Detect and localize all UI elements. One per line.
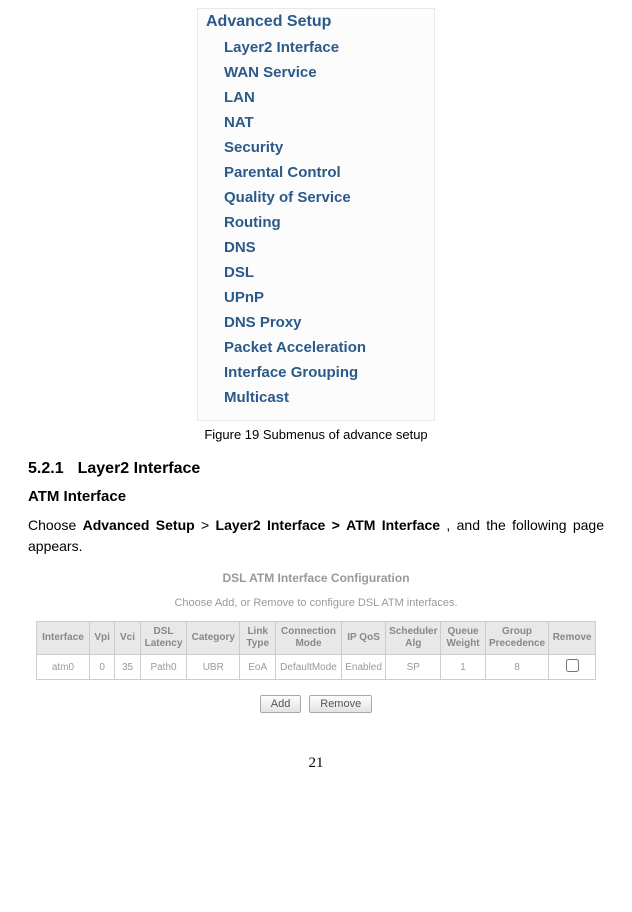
menu-item-dsl: DSL <box>224 260 428 285</box>
remove-checkbox[interactable] <box>566 659 579 672</box>
td-qweight: 1 <box>441 655 485 680</box>
th-qweight: Queue Weight <box>441 622 485 655</box>
section-heading: 5.2.1 Layer2 Interface <box>28 460 604 478</box>
td-vpi: 0 <box>89 655 114 680</box>
td-ipqos: Enabled <box>341 655 385 680</box>
menu-title: Advanced Setup <box>206 13 428 31</box>
remove-button[interactable]: Remove <box>309 695 372 713</box>
menu-item-nat: NAT <box>224 110 428 135</box>
th-interface: Interface <box>37 622 90 655</box>
para-bold-3: ATM Interface <box>346 517 440 533</box>
section-title: Layer2 Interface <box>78 460 201 478</box>
th-connmode: Connection Mode <box>276 622 342 655</box>
page-number: 21 <box>28 755 604 772</box>
th-vci: Vci <box>115 622 140 655</box>
add-button[interactable]: Add <box>260 695 302 713</box>
td-category: UBR <box>187 655 240 680</box>
menu-item-wan: WAN Service <box>224 60 428 85</box>
menu-item-layer2: Layer2 Interface <box>224 35 428 60</box>
menu-item-parental: Parental Control <box>224 160 428 185</box>
section-number: 5.2.1 <box>28 460 64 478</box>
menu-figure: Advanced Setup Layer2 Interface WAN Serv… <box>197 8 435 421</box>
td-interface: atm0 <box>37 655 90 680</box>
figure-caption: Figure 19 Submenus of advance setup <box>28 427 604 442</box>
td-latency: Path0 <box>140 655 187 680</box>
td-gprec: 8 <box>485 655 549 680</box>
sub-heading: ATM Interface <box>28 488 604 505</box>
para-text-1: Choose <box>28 517 83 533</box>
menu-item-security: Security <box>224 135 428 160</box>
button-row: Add Remove <box>36 694 596 713</box>
td-sched: SP <box>386 655 441 680</box>
menu-item-dnsproxy: DNS Proxy <box>224 310 428 335</box>
body-paragraph: Choose Advanced Setup > Layer2 Interface… <box>28 515 604 557</box>
table-row: atm0 0 35 Path0 UBR EoA DefaultMode Enab… <box>37 655 596 680</box>
th-remove: Remove <box>549 622 596 655</box>
para-text-2: > <box>195 517 216 533</box>
td-remove <box>549 655 596 680</box>
th-gprec: Group Precedence <box>485 622 549 655</box>
th-latency: DSL Latency <box>140 622 187 655</box>
th-category: Category <box>187 622 240 655</box>
config-table: Interface Vpi Vci DSL Latency Category L… <box>36 621 596 680</box>
th-sched: Scheduler Alg <box>386 622 441 655</box>
config-subtitle: Choose Add, or Remove to configure DSL A… <box>36 597 596 609</box>
para-bold-1: Advanced Setup <box>83 517 195 533</box>
menu-item-dns: DNS <box>224 235 428 260</box>
td-connmode: DefaultMode <box>276 655 342 680</box>
td-linktype: EoA <box>240 655 276 680</box>
table-header-row: Interface Vpi Vci DSL Latency Category L… <box>37 622 596 655</box>
menu-item-multicast: Multicast <box>224 385 428 410</box>
menu-item-lan: LAN <box>224 85 428 110</box>
config-figure: DSL ATM Interface Configuration Choose A… <box>36 565 596 713</box>
config-title: DSL ATM Interface Configuration <box>36 571 596 585</box>
para-bold-2: Layer2 Interface > <box>216 517 340 533</box>
td-vci: 35 <box>115 655 140 680</box>
menu-item-ifgroup: Interface Grouping <box>224 360 428 385</box>
menu-item-qos: Quality of Service <box>224 185 428 210</box>
menu-item-routing: Routing <box>224 210 428 235</box>
menu-item-pktaccel: Packet Acceleration <box>224 335 428 360</box>
th-linktype: Link Type <box>240 622 276 655</box>
th-ipqos: IP QoS <box>341 622 385 655</box>
th-vpi: Vpi <box>89 622 114 655</box>
menu-item-upnp: UPnP <box>224 285 428 310</box>
